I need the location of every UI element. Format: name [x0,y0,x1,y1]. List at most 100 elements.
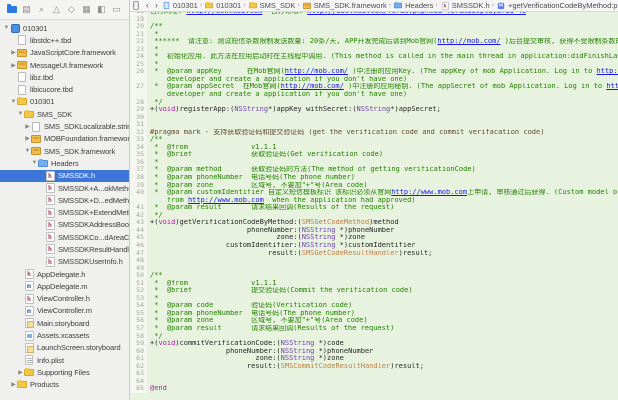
file-tree-item-main-storyboard[interactable]: Main.storyboard [0,317,129,329]
breadcrumb-label: SMSSDK.h [452,1,490,10]
file-tree-item-smssdkco-dareacode-h[interactable]: hSMSSDKCo...dAreaCode.h [0,231,129,243]
file-tree-item-sms-sdklocalizable-strings[interactable]: ▶SMS_SDKLocalizable.strings [0,120,129,132]
code-line-38: 38 * @param phoneNumber 电话号码(The phone n… [130,174,618,182]
code-line-35: 35 * @brief 获取验证码(Get verification code) [130,151,618,159]
file-tree-item-010301[interactable]: ▼010301 [0,22,129,34]
project-navigator-icon[interactable] [4,3,19,17]
code-line-21: 21 * [130,31,618,39]
breadcrumb-item[interactable]: SMS_SDK [248,1,296,10]
file-tree-item-supporting-files[interactable]: ▶Supporting Files [0,366,129,378]
code-text: * @param zone 区域号, 不要加"+"号(Area code) [147,317,368,325]
header-file-icon: h [45,196,55,205]
code-text: * @param customIdentifier 自定义短信模板标识 该标识必… [147,189,618,197]
breakpoint-navigator-icon[interactable]: ◧ [94,3,109,17]
report-navigator-icon[interactable]: ▭ [109,3,124,17]
framework-toolbox-icon [31,147,41,156]
file-tree-item-products[interactable]: ▶Products [0,379,129,391]
test-navigator-icon[interactable]: ◇ [64,3,79,17]
code-line-41: 41 * @param result 请求结果回调(Results of the… [130,204,618,212]
breadcrumb-item[interactable]: SMS_SDK.framework [302,1,387,10]
disclosure-triangle-icon[interactable]: ▶ [10,49,17,56]
disclosure-triangle-icon[interactable]: ▶ [10,62,17,69]
file-tree-item-messageui-framework[interactable]: ▶MessageUI.framework [0,59,129,71]
breadcrumb-item[interactable]: hSMSSDK.h [440,1,490,10]
file-tree-item-smssdk-d-edmethods-h[interactable]: hSMSSDK+D...edMethods.h [0,194,129,206]
disclosure-triangle-icon[interactable]: ▶ [24,135,31,142]
issue-navigator-icon[interactable]: △ [49,3,64,17]
file-tree-item-mobfoundation-framework[interactable]: ▶ MOBFoundation.framework [0,133,129,145]
file-tree-item-smssdkuserinfo-h[interactable]: hSMSSDKUserInfo.h [0,256,129,268]
code-text [147,114,150,122]
code-line-34: 34 * @from v1.1.1 [130,144,618,152]
code-text: #pragma mark - 支持获取验证码和提交验证码 (get the ve… [147,129,544,137]
breadcrumb-separator: › [492,2,494,9]
file-tree-item-libstdc-tbd[interactable]: libstdc++.tbd [0,34,129,46]
file-tree-item-appdelegate-h[interactable]: hAppDelegate.h [0,268,129,280]
file-tree-item-assets-xcassets[interactable]: Assets.xcassets [0,329,129,341]
file-tree-item-smssdkaddressbook-h[interactable]: hSMSSDKAddressBook.h [0,219,129,231]
breadcrumb-item[interactable]: Headers [393,1,433,10]
source-code-area[interactable]: 18官方网址: http://www.mob.com 官方论坛: http://… [130,12,618,400]
breadcrumb-item[interactable]: 010301 [204,1,241,10]
code-text: * [147,61,158,69]
folder-blue-icon [394,2,402,9]
implementation-file-icon: m [24,306,34,315]
file-tree-item-smssdk-a-okmethods-h[interactable]: hSMSSDK+A...okMethods.h [0,182,129,194]
file-tree-item-smssdkresulthandlerdef-h[interactable]: hSMSSDKResultHandlerDef.h [0,243,129,255]
back-button[interactable]: ‹ [143,1,152,10]
file-tree-item-libicucore-tbd[interactable]: libicucore.tbd [0,83,129,95]
file-tree-item-smssdk-h[interactable]: hSMSSDK.h [0,170,129,182]
file-tree-item-javascriptcore-framework[interactable]: ▶JavaScriptCore.framework [0,47,129,59]
file-tree-item-010301[interactable]: ▼010301 [0,96,129,108]
folder-icon [249,2,257,9]
project-doc-icon [162,2,170,9]
file-tree-item-libz-tbd[interactable]: libz.tbd [0,71,129,83]
disclosure-triangle-icon[interactable]: ▶ [17,369,24,376]
file-tree-item-smssdk-extendmethods-h[interactable]: hSMSSDK+ExtendMethods.h [0,206,129,218]
file-tree-item-appdelegate-m[interactable]: mAppDelegate.m [0,280,129,292]
header-file-icon: h [24,270,34,279]
disclosure-triangle-icon[interactable]: ▼ [10,99,17,105]
file-tree-item-headers[interactable]: ▼Headers [0,157,129,169]
code-text: * [147,159,158,167]
disclosure-triangle-icon[interactable]: ▼ [3,25,10,31]
file-label: SMS_SDK [37,110,72,119]
file-tree-item-viewcontroller-m[interactable]: mViewController.m [0,305,129,317]
disclosure-triangle-icon[interactable]: ▶ [24,123,31,130]
file-tree-item-launchscreen-storyboard[interactable]: LaunchScreen.storyboard [0,342,129,354]
forward-button[interactable]: › [152,1,161,10]
code-text: */ [147,212,163,220]
find-navigator-icon[interactable]: ⌕ [34,3,49,17]
code-text: developer and create a application if yo… [147,76,407,84]
file-label: SMSSDKAddressBook.h [58,220,129,229]
debug-navigator-icon[interactable]: ▦ [79,3,94,17]
plist-icon [24,356,34,365]
code-text: * @brief 获取验证码(Get verification code) [147,151,383,159]
xcode-window: ▤⌕△◇▦◧▭ ▼010301libstdc++.tbd▶JavaScriptC… [0,0,618,400]
file-tree-item-viewcontroller-h[interactable]: hViewController.h [0,293,129,305]
file-tree-item-info-plist[interactable]: Info.plist [0,354,129,366]
symbol-navigator-icon[interactable]: ▤ [19,3,34,17]
code-line-47: 47 result:(SMSGetCodeResultHandler)resul… [130,250,618,258]
disclosure-triangle-icon[interactable]: ▼ [31,160,38,166]
code-line-26: 26 * @param appKey 在Mob官网(http://mob.com… [130,68,618,76]
code-line-20: 20/** [130,23,618,31]
file-label: MOBFoundation.framework [44,134,129,143]
code-line-19: 19 [130,16,618,24]
file-label: SMSSDKCo...dAreaCode.h [58,233,129,242]
header-file-icon: h [45,257,55,266]
breadcrumb-label: SMS_SDK.framework [314,1,387,10]
file-tree-item-sms-sdk-framework[interactable]: ▼SMS_SDK.framework [0,145,129,157]
disclosure-triangle-icon[interactable]: ▼ [24,148,31,154]
breadcrumb-item[interactable]: M+getVerificationCodeByMethod:phoneNumbe… [496,1,618,10]
code-line-24: 24 * 初始化应用. 此方法在应用启动时在主线程中调用. (This meth… [130,53,618,61]
disclosure-triangle-icon[interactable]: ▼ [17,111,24,117]
code-text: * @param phoneNumber 电话号码(The phone numb… [147,310,355,318]
related-items-icon[interactable]: ∷ [133,1,139,10]
breadcrumb-item[interactable]: 010301 [161,1,198,10]
code-text: 官方网址: http://www.mob.com 官方论坛: http://bb… [147,12,526,16]
disclosure-triangle-icon[interactable]: ▶ [10,381,17,388]
file-tree-item-sms-sdk[interactable]: ▼ SMS_SDK [0,108,129,120]
code-text: */ [147,333,163,341]
code-text: * [147,46,158,54]
